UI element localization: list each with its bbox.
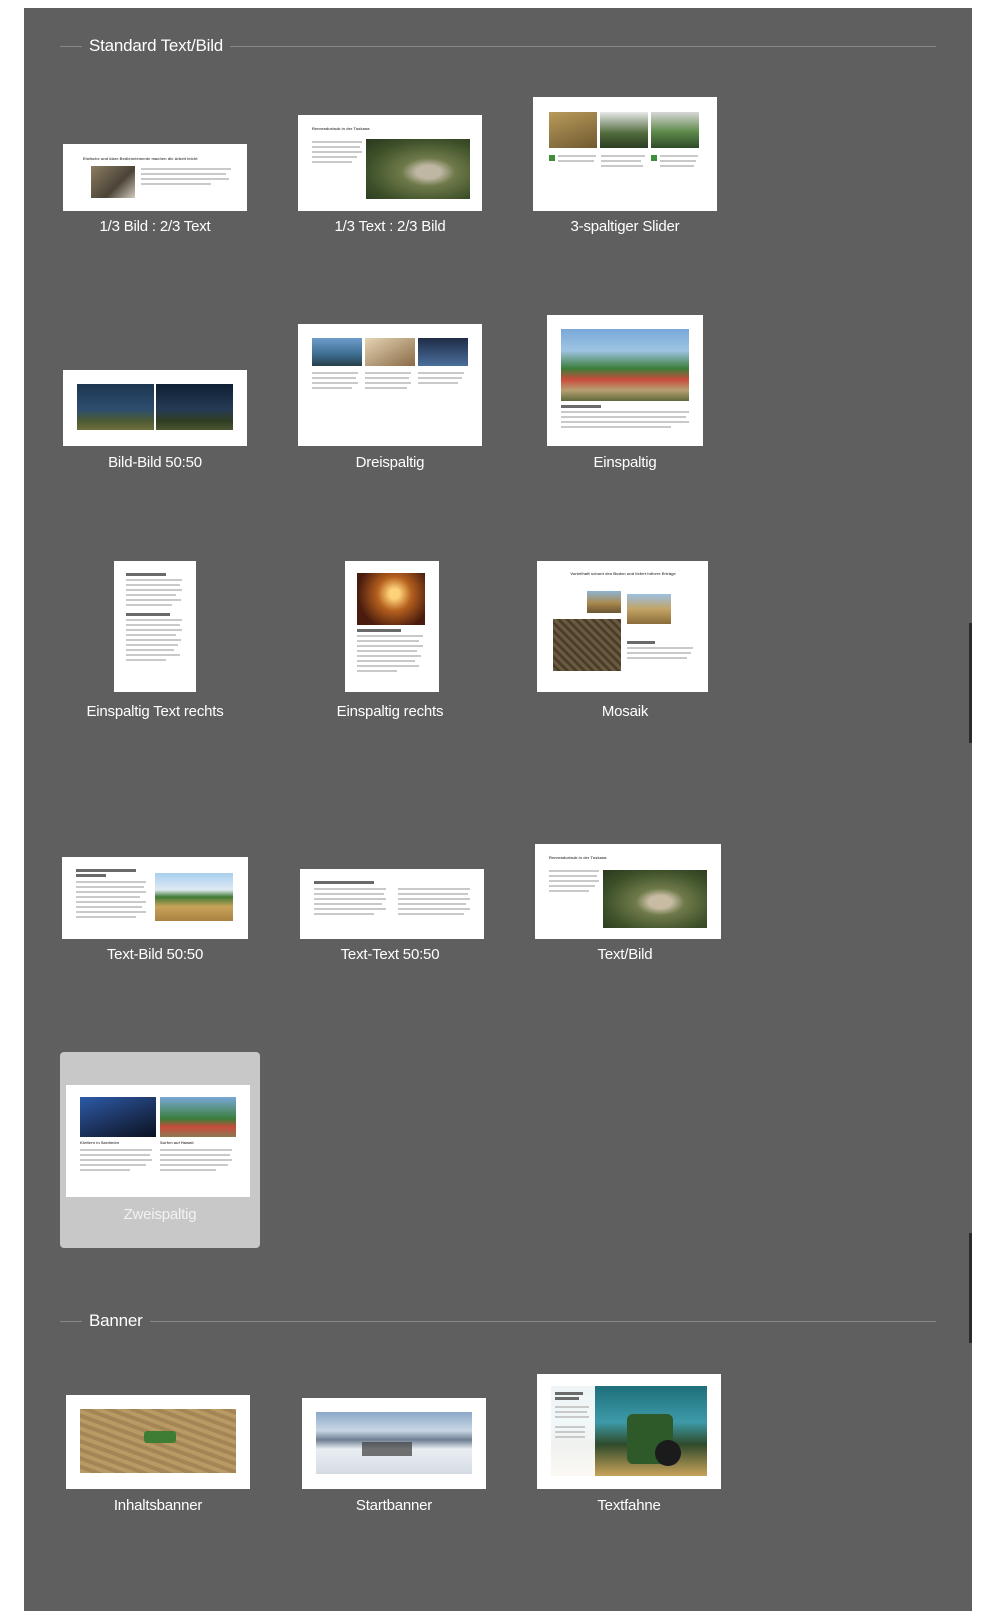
template-tile[interactable]: Dreispaltig [290,304,490,500]
template-thumbnail: Klettern in Sardinien Surfen auf Hawaii [66,1085,250,1197]
template-thumbnail [547,315,703,446]
template-thumbnail [298,324,482,446]
banner-label: Inhaltsbanner [113,1497,203,1514]
section-standard: Standard Text/Bild [60,34,936,58]
template-picker-panel: Standard Text/Bild Einfache und klare Be… [24,8,972,1611]
thumbnail-image [155,873,233,921]
template-tile[interactable]: Text-Bild 50:50 [55,795,255,991]
template-tile[interactable]: Einspaltig [525,304,725,500]
thumbnail-image [418,338,468,366]
template-label: Text-Text 50:50 [340,946,440,963]
template-tile[interactable]: Text-Text 50:50 [290,795,490,991]
section-banner: Banner [60,1309,936,1333]
thumbnail-heading: Rennradurlaub in der Toskana [549,855,607,860]
thumbnail-image [77,384,154,430]
thumbnail-image [561,329,689,401]
template-thumbnail: Einfache und klare Bedienelemente machen… [63,144,247,211]
section-title: Standard Text/Bild [82,36,231,56]
thumbnail-image [587,591,621,613]
template-thumbnail [533,97,717,211]
template-tile-selected[interactable]: Klettern in Sardinien Surfen auf Hawaii … [60,1052,260,1248]
thumbnail-column-heading: Klettern in Sardinien [80,1140,120,1145]
thumbnail-image [366,139,470,199]
template-thumbnail: Vorteilhaft schont den Boden und liefert… [537,561,708,692]
template-label: Einspaltig Text rechts [86,703,224,720]
thumbnail-image [156,384,233,430]
template-label: Einspaltig [593,454,657,471]
template-thumbnail [114,561,196,692]
scrollbar-segment[interactable] [969,1233,972,1343]
banner-label: Textfahne [597,1497,661,1514]
template-tile[interactable]: Rennradurlaub in der Toskana Text/Bild [525,795,725,991]
template-label: Dreispaltig [355,454,425,471]
thumbnail-heading: Einfache und klare Bedienelemente machen… [83,156,198,161]
thumbnail-image [549,112,597,148]
template-thumbnail [62,857,248,939]
template-label: Text-Bild 50:50 [106,946,204,963]
thumbnail-image [365,338,415,366]
template-thumbnail [300,869,484,939]
thumbnail-image [357,573,425,625]
thumbnail-column-heading: Surfen auf Hawaii [160,1140,194,1145]
banner-label: Startbanner [355,1497,433,1514]
thumbnail-image [160,1097,236,1137]
section-divider [60,1321,936,1322]
banner-tile[interactable]: Startbanner [294,1363,494,1559]
thumbnail-image [80,1097,156,1137]
banner-tile[interactable]: Inhaltsbanner [58,1363,258,1559]
template-label: 1/3 Text : 2/3 Bild [334,218,446,235]
template-tile[interactable]: Einspaltig rechts [290,552,490,748]
template-label: Text/Bild [597,946,653,963]
thumbnail-image [627,594,671,624]
template-tile[interactable]: Rennradurlaub in der Toskana 1/3 Text : … [290,68,490,264]
template-tile[interactable]: Einfache und klare Bedienelemente machen… [55,68,255,264]
thumbnail-image [603,870,707,928]
thumbnail-image [553,619,621,671]
template-tile[interactable]: Vorteilhaft schont den Boden und liefert… [525,552,725,748]
template-label: 1/3 Bild : 2/3 Text [99,218,211,235]
template-tile[interactable]: 3-spaltiger Slider [525,68,725,264]
template-thumbnail [345,561,439,692]
template-label: 3-spaltiger Slider [570,218,680,235]
banner-thumbnail [537,1374,721,1489]
template-label: Einspaltig rechts [336,703,444,720]
thumbnail-heading: Rennradurlaub in der Toskana [312,126,370,131]
template-thumbnail [63,370,247,446]
template-tile[interactable]: Bild-Bild 50:50 [55,304,255,500]
template-label: Bild-Bild 50:50 [108,454,202,471]
thumbnail-image [651,112,699,148]
scrollbar-segment[interactable] [969,623,972,743]
template-tile[interactable]: Einspaltig Text rechts [55,552,255,748]
thumbnail-image [600,112,648,148]
thumbnail-heading: Vorteilhaft schont den Boden und liefert… [570,571,676,576]
template-label: Mosaik [601,703,649,720]
banner-thumbnail [66,1395,250,1489]
template-label: Zweispaltig [123,1206,197,1223]
banner-tile[interactable]: Textfahne [529,1363,729,1559]
section-title: Banner [82,1311,150,1331]
thumbnail-image [91,166,135,198]
template-thumbnail: Rennradurlaub in der Toskana [535,844,721,939]
template-thumbnail: Rennradurlaub in der Toskana [298,115,482,211]
banner-thumbnail [302,1398,486,1489]
thumbnail-image [312,338,362,366]
